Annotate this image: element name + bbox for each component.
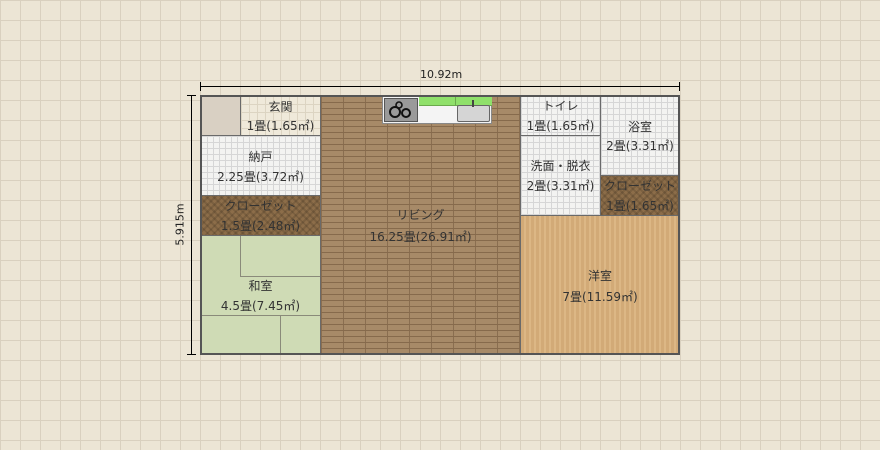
room-closet-right-size: 1畳(1.65㎡) [606,199,674,213]
room-toilet-name: トイレ [542,99,579,113]
room-washroom-name: 洗面・脱衣 [530,159,591,173]
width-dimension-line [200,86,680,87]
room-closet-right-name: クローゼット [603,179,676,193]
width-dimension-label: 10.92m [420,68,463,81]
stove-icon [384,98,418,122]
height-dimension-tick-bottom [187,354,196,355]
room-genkan-name: 玄関 [268,100,293,114]
burners-graphic [389,101,411,118]
room-closet-left-size: 1.5畳(2.48㎡) [220,219,301,233]
room-living-name: リビング [396,208,445,222]
room-washitsu-size: 4.5畳(7.45㎡) [220,299,301,313]
room-washroom[interactable]: 洗面・脱衣 2畳(3.31㎡) [520,135,601,216]
sink-icon [457,100,490,122]
room-nando[interactable]: 納戸 2.25畳(3.72㎡) [200,135,321,196]
tatami-seam [240,236,241,276]
room-genkan[interactable]: 玄関 1畳(1.65㎡) [240,95,321,136]
faucet [472,100,474,107]
room-living-size: 16.25畳(26.91㎡) [369,230,472,244]
height-dimension-tick-top [187,95,196,96]
room-washitsu-name: 和室 [248,279,273,293]
room-youshitsu-size: 7畳(11.59㎡) [562,290,638,304]
room-genkan-size: 1畳(1.65㎡) [246,119,315,133]
room-youshitsu-name: 洋室 [587,269,612,283]
room-toilet-size: 1畳(1.65㎡) [526,119,595,133]
room-bath-size: 2畳(3.31㎡) [606,139,674,153]
room-youshitsu[interactable]: 洋室 7畳(11.59㎡) [520,215,680,355]
room-closet-left[interactable]: クローゼット 1.5畳(2.48㎡) [200,195,321,236]
room-bath-name: 浴室 [627,120,652,134]
height-dimension-line [191,95,192,355]
room-toilet[interactable]: トイレ 1畳(1.65㎡) [520,95,601,136]
width-dimension-tick-left [200,82,201,91]
room-closet-right[interactable]: クローゼット 1畳(1.65㎡) [600,175,680,216]
room-bath[interactable]: 浴室 2畳(3.31㎡) [600,95,680,176]
width-dimension-tick-right [679,82,680,91]
room-washitsu[interactable]: 和室 4.5畳(7.45㎡) [200,235,321,355]
room-nando-name: 納戸 [248,150,273,164]
room-washroom-size: 2畳(3.31㎡) [526,179,595,193]
room-living[interactable]: リビング 16.25畳(26.91㎡) [320,95,521,355]
tatami-seam [280,315,281,355]
kitchen-counter[interactable] [382,96,492,124]
entry-floor [200,95,241,136]
room-nando-size: 2.25畳(3.72㎡) [217,170,304,184]
room-closet-left-name: クローゼット [224,199,297,213]
height-dimension-label: 5.915m [173,203,187,246]
counter-top-divider [455,97,456,105]
